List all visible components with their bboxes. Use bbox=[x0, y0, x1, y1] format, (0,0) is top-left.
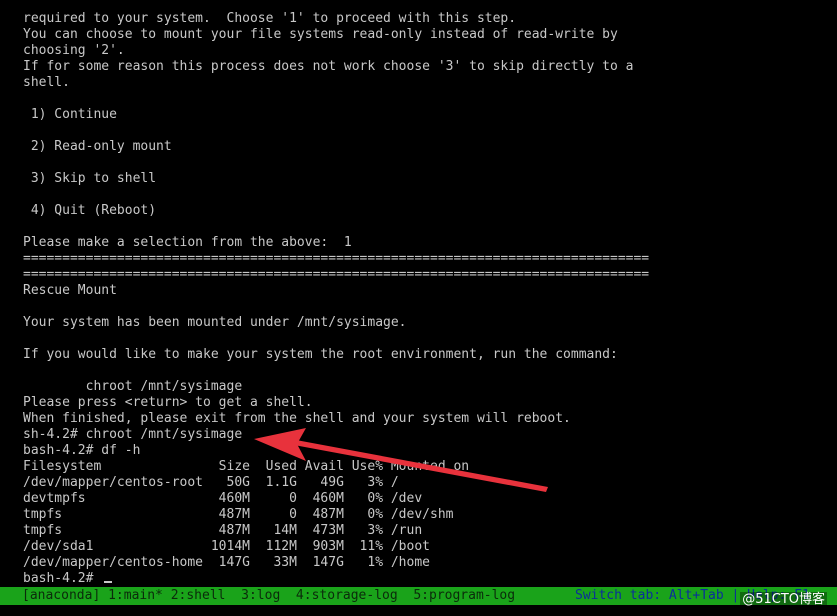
terminal-line: 1) Continue bbox=[23, 107, 117, 122]
terminal-line: /dev/sda1 1014M 112M 903M 11% /boot bbox=[23, 539, 430, 554]
terminal-line: Please make a selection from the above: … bbox=[23, 235, 352, 250]
terminal-screen[interactable]: required to your system. Choose '1' to p… bbox=[0, 0, 837, 616]
terminal-line: bash-4.2# bbox=[23, 571, 102, 586]
status-tabs[interactable]: [anaconda] 1:main* 2:shell 3:log 4:stora… bbox=[22, 587, 515, 605]
terminal-line: If you would like to make your system th… bbox=[23, 347, 618, 362]
terminal-line: When finished, please exit from the shel… bbox=[23, 411, 571, 426]
terminal-line: /dev/mapper/centos-home 147G 33M 147G 1%… bbox=[23, 555, 430, 570]
terminal-line: Please press <return> to get a shell. bbox=[23, 395, 313, 410]
terminal-line: tmpfs 487M 14M 473M 3% /run bbox=[23, 523, 423, 538]
terminal-line: 4) Quit (Reboot) bbox=[23, 203, 157, 218]
terminal-line: ========================================… bbox=[23, 267, 650, 282]
terminal-output: required to your system. Choose '1' to p… bbox=[23, 11, 837, 587]
terminal-line: tmpfs 487M 0 487M 0% /dev/shm bbox=[23, 507, 454, 522]
terminal-line: shell. bbox=[23, 75, 70, 90]
terminal-line: ========================================… bbox=[23, 251, 650, 266]
terminal-line: required to your system. Choose '1' to p… bbox=[23, 11, 517, 26]
terminal-line: sh-4.2# chroot /mnt/sysimage bbox=[23, 427, 243, 442]
terminal-line: chroot /mnt/sysimage bbox=[23, 379, 243, 394]
terminal-line: 2) Read-only mount bbox=[23, 139, 172, 154]
terminal-cursor bbox=[104, 581, 112, 583]
terminal-line: If for some reason this process does not… bbox=[23, 59, 634, 74]
terminal-line: Filesystem Size Used Avail Use% Mounted … bbox=[23, 459, 470, 474]
terminal-line: /dev/mapper/centos-root 50G 1.1G 49G 3% … bbox=[23, 475, 399, 490]
terminal-line: bash-4.2# df -h bbox=[23, 443, 141, 458]
terminal-line: Your system has been mounted under /mnt/… bbox=[23, 315, 407, 330]
terminal-line: choosing '2'. bbox=[23, 43, 125, 58]
terminal-line: 3) Skip to shell bbox=[23, 171, 157, 186]
tmux-status-bar: [anaconda] 1:main* 2:shell 3:log 4:stora… bbox=[0, 587, 837, 605]
watermark-logo: @51CTO博客 bbox=[740, 592, 827, 608]
terminal-line: You can choose to mount your file system… bbox=[23, 27, 618, 42]
terminal-line: Rescue Mount bbox=[23, 283, 117, 298]
terminal-line: devtmpfs 460M 0 460M 0% /dev bbox=[23, 491, 423, 506]
